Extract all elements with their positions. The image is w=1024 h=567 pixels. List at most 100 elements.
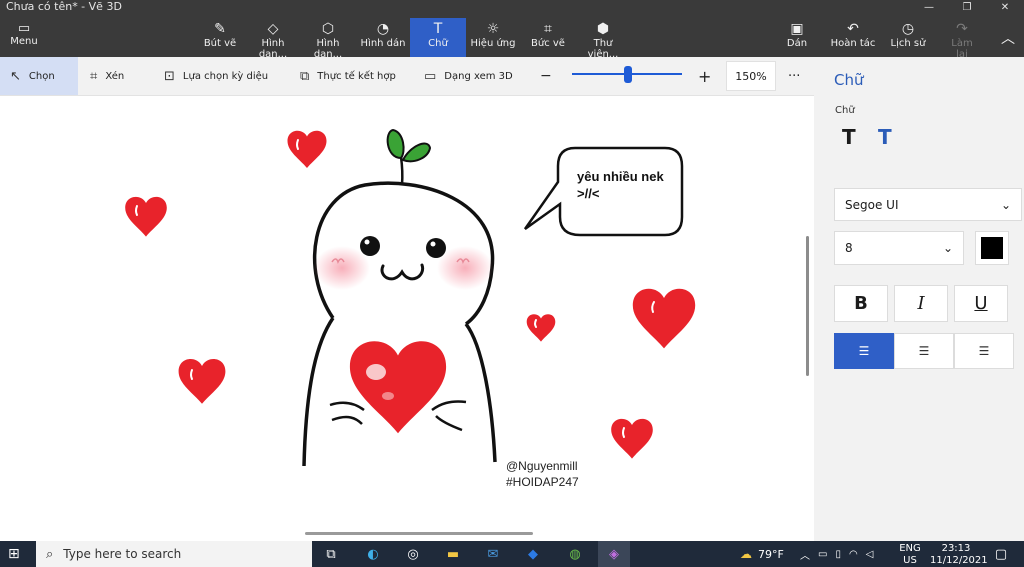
select-tool[interactable]: ↖ Chọn: [0, 57, 78, 95]
redo-icon: ↷: [956, 21, 968, 37]
plus-icon: +: [698, 66, 712, 86]
crop-label: Xén: [105, 70, 125, 82]
shapes-2d-button[interactable]: ◇ Hình dạn...: [248, 18, 298, 60]
effects-label: Hiệu ứng: [470, 38, 516, 49]
align-center-icon: ☰: [918, 344, 930, 358]
chevron-up-icon[interactable]: ︿: [800, 547, 810, 562]
speech-text[interactable]: yêu nhiều nek >//<: [577, 168, 664, 202]
speech-line-2: >//<: [577, 186, 600, 201]
collapse-ribbon-button[interactable]: ︿: [996, 18, 1020, 57]
library-button[interactable]: ⬢ Thư viện...: [578, 18, 628, 60]
chevron-up-icon: ︿: [1001, 31, 1015, 47]
effects-button[interactable]: ☼ Hiệu ứng: [470, 18, 516, 57]
view-3d-tool[interactable]: ▭ Dạng xem 3D: [424, 57, 513, 95]
menu-label: Menu: [10, 36, 38, 47]
paint-3d-icon[interactable]: ◈: [603, 544, 625, 564]
cursor-icon: ↖: [10, 68, 21, 84]
view-3d-icon: ▭: [424, 68, 437, 84]
undo-icon: ↶: [847, 21, 859, 37]
stickers-button[interactable]: ◔ Hình dán: [360, 18, 406, 57]
mail-icon[interactable]: ✉: [482, 544, 504, 564]
undo-button[interactable]: ↶ Hoàn tác: [830, 18, 876, 57]
sun-icon: ☼: [486, 21, 500, 37]
credit-handle: @Nguyenmill: [506, 459, 578, 473]
restore-icon[interactable]: ❐: [948, 0, 986, 14]
language-indicator[interactable]: ENG US: [896, 543, 924, 567]
mixed-reality-label: Thực tế kết hợp: [317, 70, 396, 82]
window-controls: — ❐ ✕: [910, 0, 1024, 14]
text-color-picker[interactable]: [975, 231, 1009, 265]
bold-button[interactable]: B: [834, 285, 888, 322]
windows-start-icon[interactable]: ⊞: [8, 546, 20, 562]
paste-button[interactable]: ▣ Dán: [784, 18, 810, 57]
view-3d-label: Dạng xem 3D: [444, 70, 513, 82]
wifi-icon[interactable]: ◠: [849, 549, 858, 560]
magic-select-tool[interactable]: ⊡ Lựa chọn kỳ diệu: [164, 57, 268, 95]
minimize-icon[interactable]: —: [910, 0, 948, 14]
close-icon[interactable]: ✕: [986, 0, 1024, 14]
notifications-icon[interactable]: ▢: [990, 544, 1012, 564]
zoom-out-button[interactable]: −: [540, 57, 552, 95]
task-view-icon[interactable]: ⧉: [320, 544, 342, 564]
weather-temp: 79°F: [758, 547, 784, 561]
underline-button[interactable]: U: [954, 285, 1008, 322]
brushes-button[interactable]: ✎ Bút vẽ: [200, 18, 240, 57]
history-label: Lịch sử: [890, 38, 926, 49]
dropbox-icon[interactable]: ◆: [522, 544, 544, 564]
text-tool-button[interactable]: T Chữ: [410, 18, 466, 57]
menu-button[interactable]: ▭ Menu: [4, 22, 44, 52]
zoom-level[interactable]: 150%: [726, 61, 776, 91]
align-left-button[interactable]: ☰: [834, 333, 894, 369]
zoom-slider-thumb[interactable]: [624, 66, 632, 83]
crop-tool[interactable]: ⌗ Xén: [90, 57, 124, 95]
drawing-canvas[interactable]: yêu nhiều nek >//< @Nguyenmill #HOIDAP24…: [0, 96, 814, 541]
history-icon: ◷: [901, 21, 915, 37]
text-properties-panel: Chữ Chữ T T Segoe UI ⌄ 8 ⌄ B I U ☰ ☰ ☰: [814, 57, 1024, 541]
magic-select-icon: ⊡: [164, 68, 175, 84]
clock-date: 11/12/2021: [930, 555, 988, 566]
font-family-select[interactable]: Segoe UI ⌄: [834, 188, 1022, 221]
font-family-value: Segoe UI: [845, 197, 899, 212]
volume-icon[interactable]: ◁: [866, 549, 874, 560]
edge-icon[interactable]: ◐: [362, 544, 384, 564]
clock-time: 23:13: [941, 543, 971, 554]
vertical-scrollbar[interactable]: [806, 236, 809, 376]
taskbar-search[interactable]: ⌕ Type here to search: [36, 541, 312, 567]
weather-icon: ☁: [740, 547, 752, 561]
horizontal-scrollbar[interactable]: [305, 532, 533, 535]
font-size-select[interactable]: 8 ⌄: [834, 231, 964, 265]
magic-select-label: Lựa chọn kỳ diệu: [182, 70, 269, 82]
battery-icon[interactable]: ▯: [835, 549, 841, 560]
align-center-button[interactable]: ☰: [894, 333, 954, 369]
text-tool-label: Chữ: [428, 38, 448, 49]
paste-label: Dán: [786, 38, 808, 49]
plain-text-icon[interactable]: T: [842, 125, 856, 149]
clock[interactable]: 23:13 11/12/2021: [930, 543, 988, 567]
minus-icon: −: [540, 68, 552, 84]
weather-widget[interactable]: ☁ 79°F: [740, 541, 784, 567]
italic-button[interactable]: I: [894, 285, 948, 322]
align-left-icon: ☰: [858, 344, 870, 358]
chevron-down-icon: ⌄: [942, 241, 953, 255]
network-icon[interactable]: ▭: [818, 549, 827, 560]
canvas-icon: ⌗: [544, 21, 552, 37]
more-options-button[interactable]: ···: [788, 57, 800, 95]
mixed-reality-tool[interactable]: ⧉ Thực tế kết hợp: [300, 57, 396, 95]
shapes-3d-button[interactable]: ⬡ Hình dạn...: [303, 18, 353, 60]
credit-tag: #HOIDAP247: [506, 475, 579, 489]
3d-text-icon[interactable]: T: [878, 125, 892, 149]
region-code: US: [903, 555, 917, 566]
app-icon[interactable]: ◍: [564, 544, 586, 564]
canvas-button[interactable]: ⌗ Bức vẽ: [528, 18, 568, 57]
clipboard-icon: ▣: [790, 21, 804, 37]
redo-button[interactable]: ↷ Làm lại: [944, 18, 980, 60]
history-button[interactable]: ◷ Lịch sử: [890, 18, 926, 57]
color-swatch-fill: [981, 237, 1003, 259]
file-explorer-icon[interactable]: ▬: [442, 544, 464, 564]
align-right-button[interactable]: ☰: [954, 333, 1014, 369]
font-size-value: 8: [845, 241, 853, 255]
undo-label: Hoàn tác: [830, 38, 876, 49]
store-icon[interactable]: ◎: [402, 544, 424, 564]
title-ribbon-bar: Chưa có tên* - Vẽ 3D — ❐ ✕ ▭ Menu ✎ Bút v…: [0, 0, 1024, 60]
zoom-in-button[interactable]: +: [698, 57, 711, 95]
